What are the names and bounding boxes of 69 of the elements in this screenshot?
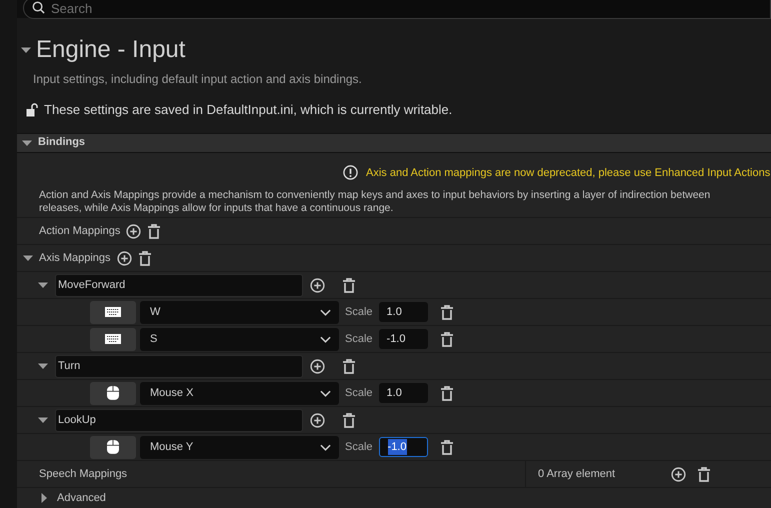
delete-icon[interactable] bbox=[342, 278, 356, 292]
section-title: Engine - Input bbox=[36, 36, 186, 64]
delete-icon[interactable] bbox=[697, 466, 711, 482]
collapse-arrow-icon[interactable] bbox=[38, 415, 48, 425]
search-field[interactable]: Search bbox=[23, 0, 771, 19]
key-type-button[interactable] bbox=[90, 328, 136, 350]
add-icon[interactable] bbox=[671, 466, 686, 482]
scale-field[interactable]: -1.0 bbox=[378, 329, 428, 349]
key-type-button[interactable] bbox=[90, 300, 136, 324]
expand-arrow-icon[interactable] bbox=[39, 493, 49, 503]
unlocked-lock-icon[interactable] bbox=[26, 102, 38, 117]
collapse-arrow-icon[interactable] bbox=[23, 253, 33, 263]
chevron-down-icon[interactable] bbox=[320, 308, 331, 316]
add-icon[interactable] bbox=[126, 224, 142, 238]
key-dropdown[interactable]: S bbox=[140, 328, 339, 350]
axis-name-field[interactable]: MoveForward bbox=[55, 274, 303, 296]
speech-mappings-label: Speech Mappings bbox=[17, 461, 526, 487]
axis-name-field[interactable]: LookUp bbox=[55, 408, 303, 432]
scale-label: Scale bbox=[345, 304, 373, 320]
scale-value: -1.0 bbox=[388, 438, 406, 456]
scale-field[interactable]: 1.0 bbox=[378, 302, 428, 322]
add-icon[interactable] bbox=[310, 358, 325, 374]
scale-value: 1.0 bbox=[386, 304, 402, 320]
key-dropdown[interactable]: Mouse X bbox=[140, 382, 339, 404]
add-icon[interactable] bbox=[310, 278, 325, 292]
key-type-button[interactable] bbox=[90, 436, 136, 458]
section-subtitle: Input settings, including default input action and axis bindings. bbox=[33, 71, 363, 88]
scale-label: Scale bbox=[345, 440, 373, 455]
delete-icon[interactable] bbox=[440, 332, 454, 346]
delete-icon[interactable] bbox=[147, 224, 162, 238]
bindings-header[interactable]: Bindings bbox=[38, 134, 86, 151]
add-icon[interactable] bbox=[310, 412, 325, 428]
collapse-arrow-icon[interactable] bbox=[38, 361, 48, 371]
key-dropdown[interactable]: W bbox=[140, 300, 339, 324]
scale-label: Scale bbox=[345, 386, 373, 401]
collapse-arrow-icon[interactable] bbox=[22, 138, 32, 148]
key-dropdown[interactable]: Mouse Y bbox=[140, 436, 339, 458]
key-type-button[interactable] bbox=[90, 382, 136, 404]
array-count: 0 Array element bbox=[538, 466, 616, 482]
collapse-arrow-icon[interactable] bbox=[21, 45, 31, 55]
mappings-description: Action and Axis Mappings provide a mechanism to conveniently map keys and axes to input behaviors by inserting a layer of indirection between releases, while Axis Mappings allow for inputs that have a continuous range. bbox=[17, 181, 771, 218]
delete-icon[interactable] bbox=[440, 386, 454, 400]
collapse-arrow-icon[interactable] bbox=[38, 280, 48, 290]
action-mappings-label: Action Mappings bbox=[39, 224, 120, 239]
mouse-icon[interactable] bbox=[107, 386, 119, 400]
scale-field[interactable]: -1.0 bbox=[378, 437, 428, 457]
scale-label: Scale bbox=[345, 332, 373, 347]
axis-mappings-label: Axis Mappings bbox=[39, 250, 111, 266]
delete-icon[interactable] bbox=[440, 304, 454, 320]
delete-icon[interactable] bbox=[342, 412, 356, 428]
scale-value: -1.0 bbox=[386, 332, 406, 347]
keyboard-icon[interactable] bbox=[105, 334, 121, 344]
chevron-down-icon[interactable] bbox=[320, 336, 331, 342]
keyboard-icon[interactable] bbox=[105, 307, 121, 317]
chevron-down-icon[interactable] bbox=[320, 444, 331, 450]
mouse-icon[interactable] bbox=[107, 440, 119, 454]
delete-icon[interactable] bbox=[342, 358, 356, 374]
deprecation-warning: Axis and Action mappings are now deprecated, please use Enhanced Input Actions bbox=[366, 166, 770, 180]
delete-icon[interactable] bbox=[440, 440, 454, 454]
advanced-label[interactable]: Advanced bbox=[57, 490, 106, 506]
search-icon[interactable] bbox=[32, 1, 45, 14]
warning-icon[interactable] bbox=[343, 165, 358, 180]
axis-name-field[interactable]: Turn bbox=[55, 354, 303, 378]
add-icon[interactable] bbox=[116, 250, 132, 266]
chevron-down-icon[interactable] bbox=[320, 390, 331, 396]
scale-field[interactable]: 1.0 bbox=[378, 383, 428, 403]
scale-value: 1.0 bbox=[386, 386, 402, 401]
delete-icon[interactable] bbox=[138, 250, 152, 266]
save-note: These settings are saved in DefaultInput.ini, which is currently writable. bbox=[44, 101, 452, 119]
